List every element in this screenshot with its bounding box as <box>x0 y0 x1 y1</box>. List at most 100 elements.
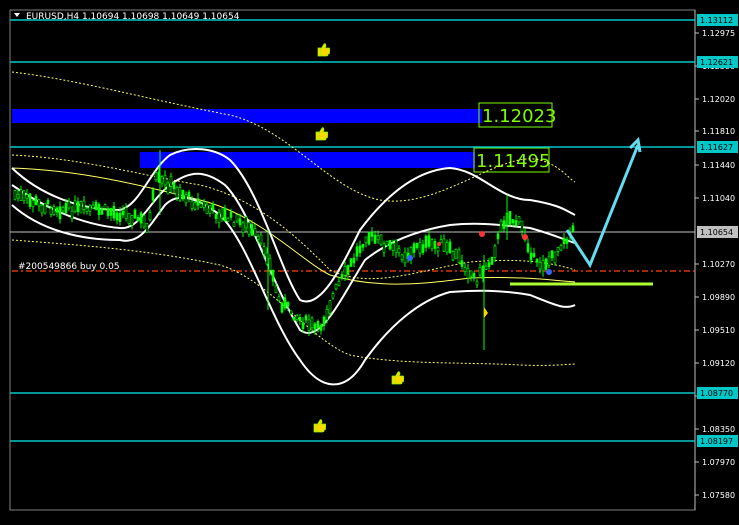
candle-body <box>473 273 475 278</box>
price-tick-label: 1.10270 <box>702 260 735 269</box>
candle-body <box>284 298 286 308</box>
level-price-label: 1.13112 <box>700 16 733 25</box>
thumbs-up-icon <box>392 372 404 384</box>
candle-body <box>509 211 511 224</box>
candle-body <box>293 317 295 320</box>
candle-body <box>236 215 238 221</box>
candle-body <box>320 325 322 330</box>
fractal-up-icon <box>522 234 528 240</box>
candle-body <box>368 232 370 244</box>
triangle-down-icon[interactable] <box>14 13 20 17</box>
level-price-label: 1.11627 <box>700 143 733 152</box>
candle-body <box>215 214 217 219</box>
candle-body <box>401 255 403 260</box>
candle-body <box>35 196 37 204</box>
price-tick-label: 1.11040 <box>702 194 735 203</box>
candle-body <box>14 191 16 200</box>
candle-body <box>344 266 346 275</box>
price-tick-label: 1.08350 <box>702 425 735 434</box>
level-price-label: 1.08197 <box>700 437 733 446</box>
candle-body <box>101 209 103 215</box>
candle-body <box>38 199 40 206</box>
candle-body <box>554 252 556 263</box>
candle-body <box>260 235 262 243</box>
candle-body <box>221 209 223 218</box>
candle-body <box>479 267 481 275</box>
candle-body <box>125 208 127 219</box>
candle-body <box>212 204 214 210</box>
candle-body <box>335 284 337 288</box>
candle-body <box>113 206 115 218</box>
candle-body <box>206 204 208 214</box>
candle-body <box>53 207 55 215</box>
candle-body <box>248 223 250 235</box>
price-tick-label: 1.11810 <box>702 127 735 136</box>
candle-body <box>494 246 496 257</box>
candle-body <box>56 208 58 212</box>
fractal-up-icon <box>479 231 485 237</box>
candle-body <box>155 173 157 180</box>
candle-body <box>119 213 121 221</box>
candle-body <box>89 206 91 211</box>
chart-title: EURUSD,H4 1.10694 1.10698 1.10649 1.1065… <box>26 12 240 22</box>
candle-body <box>176 187 178 197</box>
candle-body <box>41 205 43 213</box>
candle-body <box>536 259 538 262</box>
candle-body <box>416 243 418 248</box>
candle-body <box>191 201 193 208</box>
price-axis: 1.129751.125001.120201.118101.114401.110… <box>695 29 735 500</box>
candle-body <box>107 208 109 215</box>
candle-body <box>290 311 292 314</box>
candle-body <box>311 318 313 328</box>
candle-body <box>530 253 532 260</box>
price-tick-label: 1.11440 <box>702 161 735 170</box>
candle-body <box>272 270 274 281</box>
candle-body <box>314 324 316 329</box>
candle-body <box>104 205 106 209</box>
candle-body <box>23 191 25 201</box>
candle-body <box>434 241 436 248</box>
chart-window[interactable]: 1.12023 1.11495 #200549866 buy 0.05 <box>0 0 739 521</box>
candle-body <box>425 236 427 247</box>
candle-body <box>467 268 469 278</box>
candle-body <box>137 217 139 220</box>
candle-body <box>539 262 541 269</box>
candle-body <box>383 244 385 253</box>
zone-lower <box>140 152 475 168</box>
candle-body <box>203 202 205 207</box>
candle-body <box>398 249 400 253</box>
level-price-label: 1.10654 <box>700 228 733 237</box>
candle-body <box>275 286 277 292</box>
price-tick-label: 1.07970 <box>702 458 735 467</box>
band-lower <box>12 198 575 385</box>
candle-body <box>242 223 244 233</box>
candle-body <box>518 217 520 222</box>
candle-body <box>449 242 451 253</box>
candle-body <box>233 223 235 227</box>
candle-body <box>245 217 247 228</box>
level-tags: 1.131121.126211.116271.106541.087701.081… <box>697 14 738 447</box>
level-lines <box>10 20 695 441</box>
candle-body <box>512 219 514 223</box>
candle-body <box>278 297 280 301</box>
candle-body <box>440 240 442 243</box>
candle-body <box>533 253 535 256</box>
candle-body <box>197 199 199 205</box>
candle-body <box>29 194 31 207</box>
thumbs-up-icon <box>318 44 330 56</box>
price-tick-label: 1.09890 <box>702 293 735 302</box>
candle-body <box>77 202 79 212</box>
fractal-down-icon <box>546 269 552 275</box>
candle-body <box>302 323 304 329</box>
candle-body <box>428 236 430 247</box>
candle-body <box>131 216 133 226</box>
candle-body <box>422 245 424 253</box>
arrow-marker-icon <box>484 307 488 318</box>
candle-body <box>65 203 67 213</box>
candle-body <box>374 235 376 243</box>
price-chart[interactable]: 1.12023 1.11495 #200549866 buy 0.05 <box>0 0 739 521</box>
candle-body <box>149 213 151 220</box>
candle-body <box>122 211 124 215</box>
candle-body <box>464 267 466 271</box>
candle-body <box>287 302 289 306</box>
